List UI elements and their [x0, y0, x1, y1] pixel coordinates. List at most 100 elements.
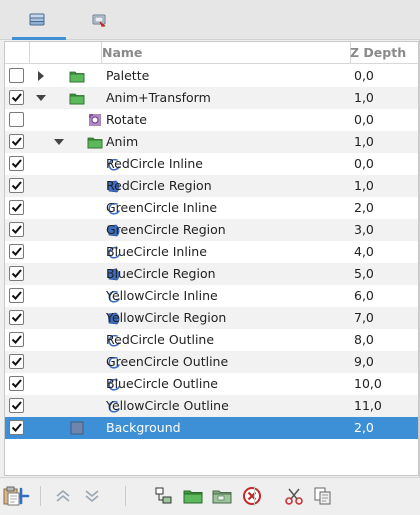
tree-expander[interactable] [35, 70, 47, 82]
checkmark-icon [11, 203, 22, 212]
layer-row[interactable]: Anim+Transform 1,0 [5, 87, 418, 109]
lower-layer-button[interactable] [81, 485, 103, 507]
checkmark-icon [11, 269, 22, 278]
layer-visibility-checkbox[interactable] [9, 90, 24, 105]
layer-visibility-checkbox[interactable] [9, 266, 24, 281]
layer-name[interactable]: Palette [106, 65, 149, 87]
folder-icon [69, 93, 85, 105]
layer-name[interactable]: GreenCircle Inline [106, 197, 217, 219]
layers-panel-icon [29, 13, 45, 26]
layer-row[interactable]: YellowCircle Inline 6,0 [5, 285, 418, 307]
column-header-name[interactable]: Name [102, 42, 142, 64]
layer-row[interactable]: GreenCircle Region 3,0 [5, 219, 418, 241]
layer-name[interactable]: Rotate [106, 109, 147, 131]
layer-visibility-checkbox[interactable] [9, 244, 24, 259]
layer-zdepth: 0,0 [354, 112, 374, 127]
layer-row[interactable]: BlueCircle Region 5,0 [5, 263, 418, 285]
panel-tab-bar [0, 0, 420, 40]
layer-name[interactable]: GreenCircle Region [106, 219, 226, 241]
layer-row[interactable]: GreenCircle Inline 2,0 [5, 197, 418, 219]
checkmark-icon [11, 93, 22, 102]
checkmark-icon [11, 335, 22, 344]
layer-name[interactable]: Anim [106, 131, 138, 153]
layer-row[interactable]: BlueCircle Inline 4,0 [5, 241, 418, 263]
layer-name[interactable]: RedCircle Inline [106, 153, 203, 175]
column-header-zdepth[interactable]: Z Depth [350, 42, 406, 64]
layer-name[interactable]: RedCircle Outline [106, 329, 214, 351]
layer-row[interactable]: RedCircle Region 1,0 [5, 175, 418, 197]
layer-zdepth: 4,0 [354, 244, 374, 259]
tree-expander[interactable] [53, 136, 65, 148]
layer-visibility-checkbox[interactable] [9, 288, 24, 303]
layer-visibility-checkbox[interactable] [9, 134, 24, 149]
layer-type-icon [87, 112, 103, 128]
layers-toolbar [0, 477, 420, 515]
tree-expander[interactable] [35, 92, 47, 104]
layer-type-icon [69, 68, 85, 84]
layer-name[interactable]: Anim+Transform [106, 87, 211, 109]
layer-row[interactable]: Rotate 0,0 [5, 109, 418, 131]
layer-name[interactable]: BlueCircle Inline [106, 241, 207, 263]
layer-visibility-checkbox[interactable] [9, 68, 24, 83]
layer-row[interactable]: Palette 0,0 [5, 65, 418, 87]
tab-layers[interactable] [8, 0, 66, 40]
layer-row[interactable]: Anim 1,0 [5, 131, 418, 153]
layer-visibility-checkbox[interactable] [9, 200, 24, 215]
layer-visibility-checkbox[interactable] [9, 112, 24, 127]
layer-name[interactable]: BlueCircle Region [106, 263, 216, 285]
layer-row[interactable]: Background 2,0 [5, 417, 418, 439]
layer-row[interactable]: RedCircle Inline 0,0 [5, 153, 418, 175]
layer-visibility-checkbox[interactable] [9, 332, 24, 347]
layer-name[interactable]: BlueCircle Outline [106, 373, 218, 395]
layers-panel: Name Z Depth Palette 0,0 Anim+Transform 1,0… [0, 0, 420, 515]
layer-type-icon [87, 134, 103, 150]
layer-row[interactable]: BlueCircle Outline 10,0 [5, 373, 418, 395]
chevron-down-icon [54, 139, 64, 145]
layer-zdepth: 0,0 [354, 68, 374, 83]
layer-visibility-checkbox[interactable] [9, 178, 24, 193]
copy-button[interactable] [312, 485, 334, 507]
raise-layer-button[interactable] [52, 485, 74, 507]
rectangle-layer-icon [70, 421, 84, 435]
layer-type-icon [69, 420, 85, 436]
paste-button[interactable] [0, 485, 22, 507]
duplicate-layer-button[interactable] [153, 485, 175, 507]
layer-row[interactable]: YellowCircle Outline 11,0 [5, 395, 418, 417]
layer-name[interactable]: Background [106, 417, 181, 439]
layer-zdepth: 1,0 [354, 90, 374, 105]
delete-layer-button[interactable] [241, 485, 263, 507]
encapsulate-layer-button[interactable] [182, 485, 204, 507]
layer-visibility-checkbox[interactable] [9, 354, 24, 369]
checkmark-icon [11, 137, 22, 146]
layer-row[interactable]: RedCircle Outline 8,0 [5, 329, 418, 351]
encapsulate-switch-button[interactable] [211, 485, 233, 507]
layer-name[interactable]: YellowCircle Outline [106, 395, 229, 417]
layer-zdepth: 3,0 [354, 222, 374, 237]
table-header: Name Z Depth [5, 42, 418, 64]
checkmark-icon [11, 225, 22, 234]
layer-visibility-checkbox[interactable] [9, 376, 24, 391]
layer-name[interactable]: RedCircle Region [106, 175, 212, 197]
toolbar-separator [254, 486, 255, 506]
layer-name[interactable]: YellowCircle Inline [106, 285, 218, 307]
raise-layer-icon [56, 489, 70, 502]
layer-zdepth: 2,0 [354, 200, 374, 215]
layer-zdepth: 1,0 [354, 178, 374, 193]
paste-icon [3, 486, 20, 506]
layer-visibility-checkbox[interactable] [9, 222, 24, 237]
layer-visibility-checkbox[interactable] [9, 398, 24, 413]
layer-zdepth: 0,0 [354, 156, 374, 171]
layer-visibility-checkbox[interactable] [9, 310, 24, 325]
chevron-right-icon [38, 71, 44, 81]
layer-row[interactable]: YellowCircle Region 7,0 [5, 307, 418, 329]
layer-name[interactable]: GreenCircle Outline [106, 351, 228, 373]
layer-visibility-checkbox[interactable] [9, 420, 24, 435]
layer-name[interactable]: YellowCircle Region [106, 307, 226, 329]
layer-visibility-checkbox[interactable] [9, 156, 24, 171]
cut-button[interactable] [283, 485, 305, 507]
layer-zdepth: 11,0 [354, 398, 382, 413]
checkmark-icon [11, 159, 22, 168]
copy-icon [314, 487, 331, 505]
tab-library[interactable] [70, 0, 128, 40]
layer-row[interactable]: GreenCircle Outline 9,0 [5, 351, 418, 373]
